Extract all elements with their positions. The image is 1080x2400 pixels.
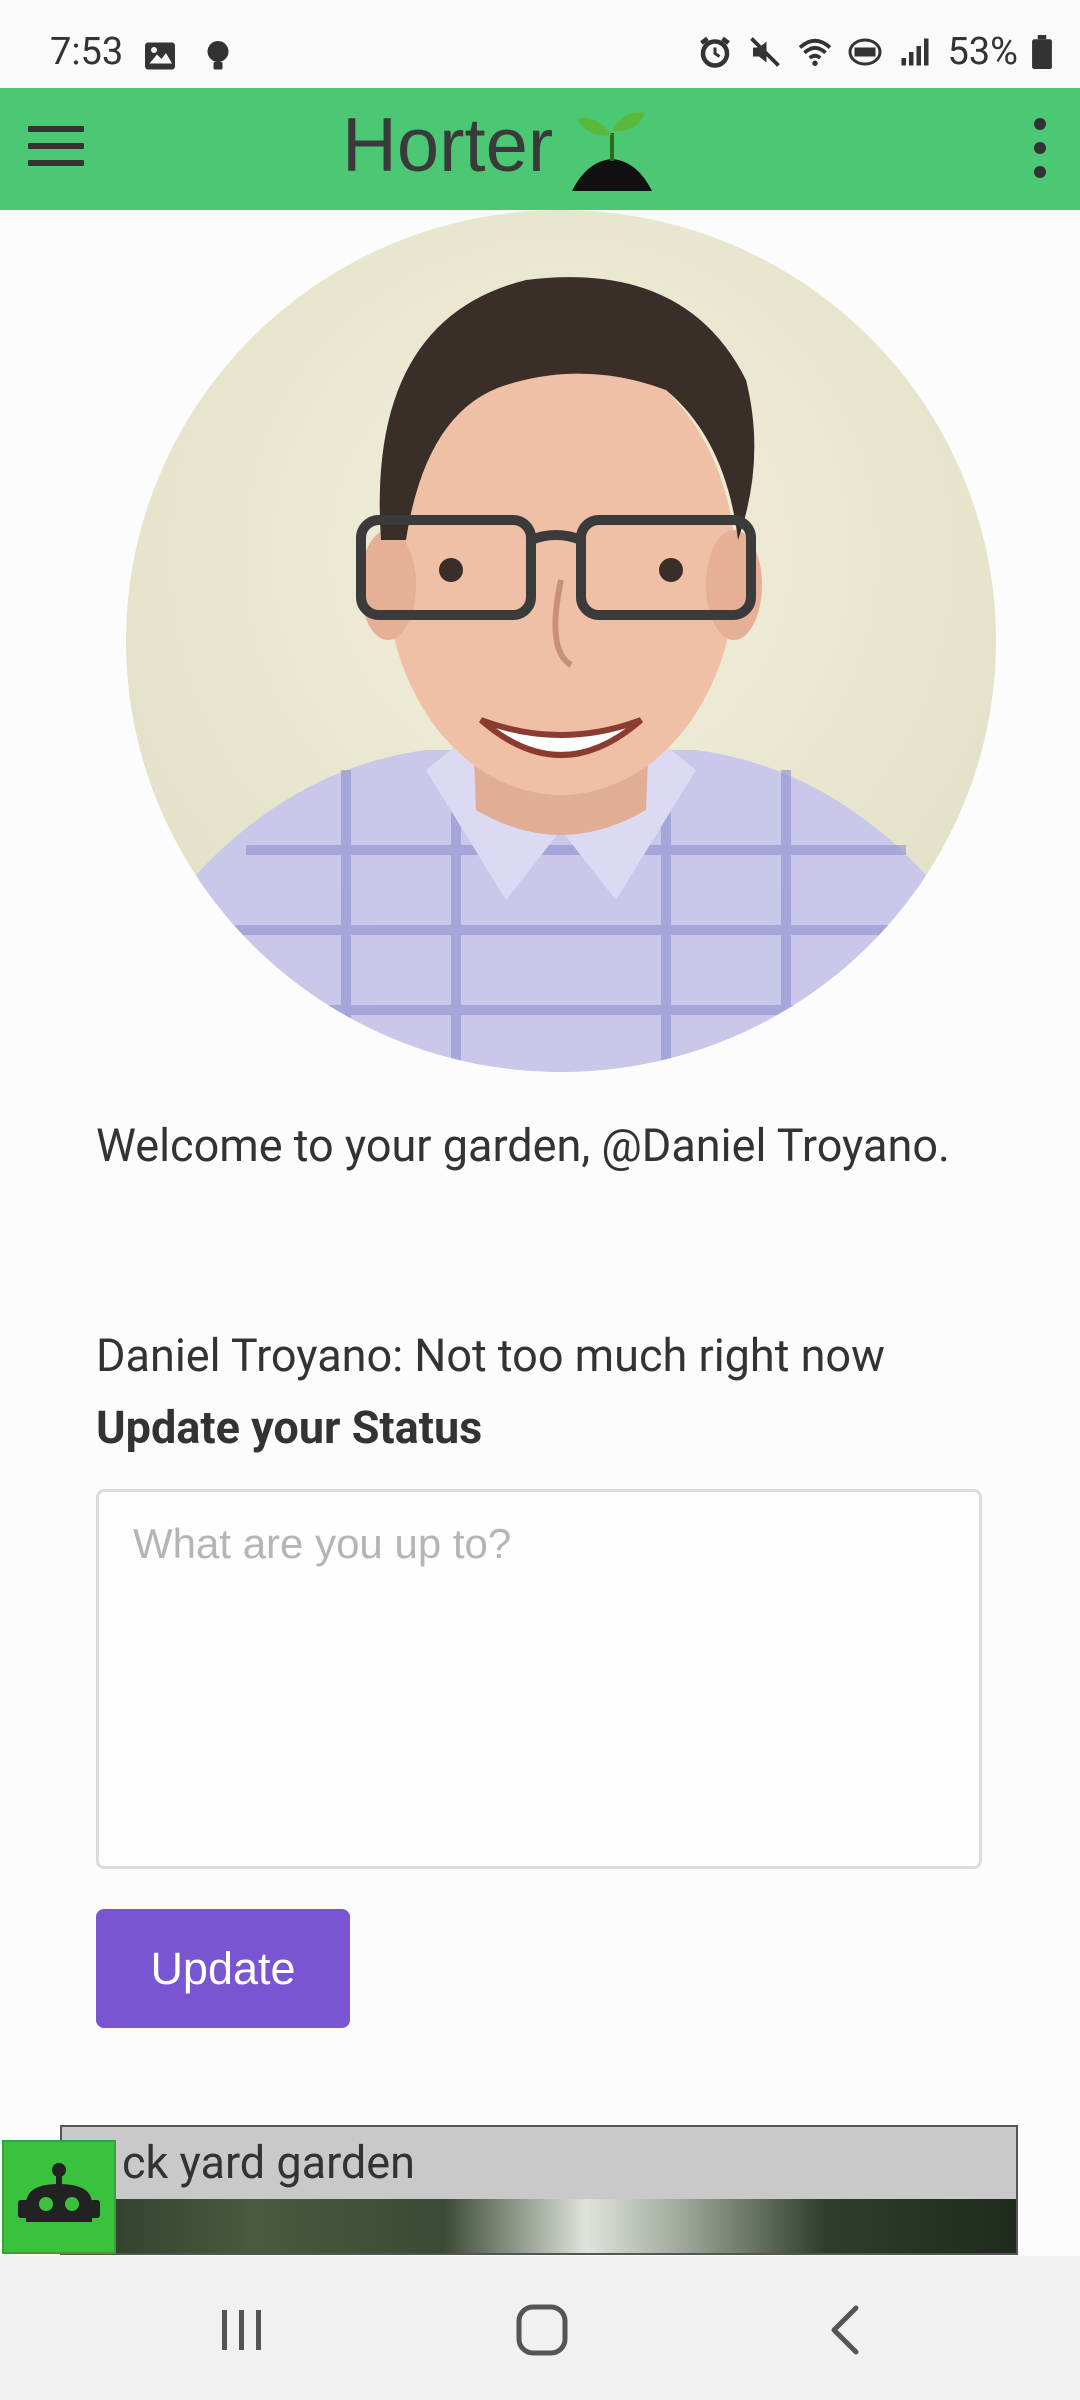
mute-icon (750, 37, 781, 67)
system-icons: 53% (697, 30, 1052, 74)
gallery-icon (145, 42, 175, 70)
app-title: Horter (342, 103, 554, 188)
welcome-message: Welcome to your garden, @Daniel Troyano. (96, 1119, 950, 1172)
volte-icon (848, 38, 882, 66)
profile-photo (126, 210, 996, 1072)
brand: Horter (342, 102, 657, 194)
update-status-heading: Update your Status (96, 1401, 483, 1454)
wifi-icon (799, 38, 832, 66)
back-icon[interactable] (816, 2300, 876, 2360)
garden-title: ck yard garden (62, 2127, 1016, 2199)
battery-icon (1032, 35, 1052, 69)
recent-apps-icon[interactable] (212, 2300, 272, 2360)
bulb-icon (207, 41, 229, 70)
notification-icons (142, 38, 236, 74)
clock: 7:53 (50, 30, 124, 74)
app-bar: Horter (0, 88, 1080, 210)
garden-photo (62, 2199, 1016, 2253)
signal-icon (901, 38, 929, 66)
current-status: Daniel Troyano: Not too much right now (96, 1329, 885, 1382)
sprout-logo (572, 112, 653, 191)
status-bar: 7:53 53% (0, 0, 1080, 88)
more-options-icon[interactable] (1030, 118, 1050, 178)
avatar (166, 277, 956, 1072)
home-icon[interactable] (512, 2300, 572, 2360)
status-input[interactable] (96, 1489, 982, 1869)
bot-button[interactable] (2, 2140, 116, 2254)
garden-card[interactable]: ck yard garden (60, 2125, 1018, 2255)
alarm-icon (700, 36, 731, 68)
update-button[interactable]: Update (96, 1909, 350, 2028)
menu-icon[interactable] (28, 126, 84, 170)
battery-percent: 53% (947, 30, 1018, 74)
robot-icon (18, 2163, 100, 2222)
navigation-bar (0, 2256, 1080, 2400)
